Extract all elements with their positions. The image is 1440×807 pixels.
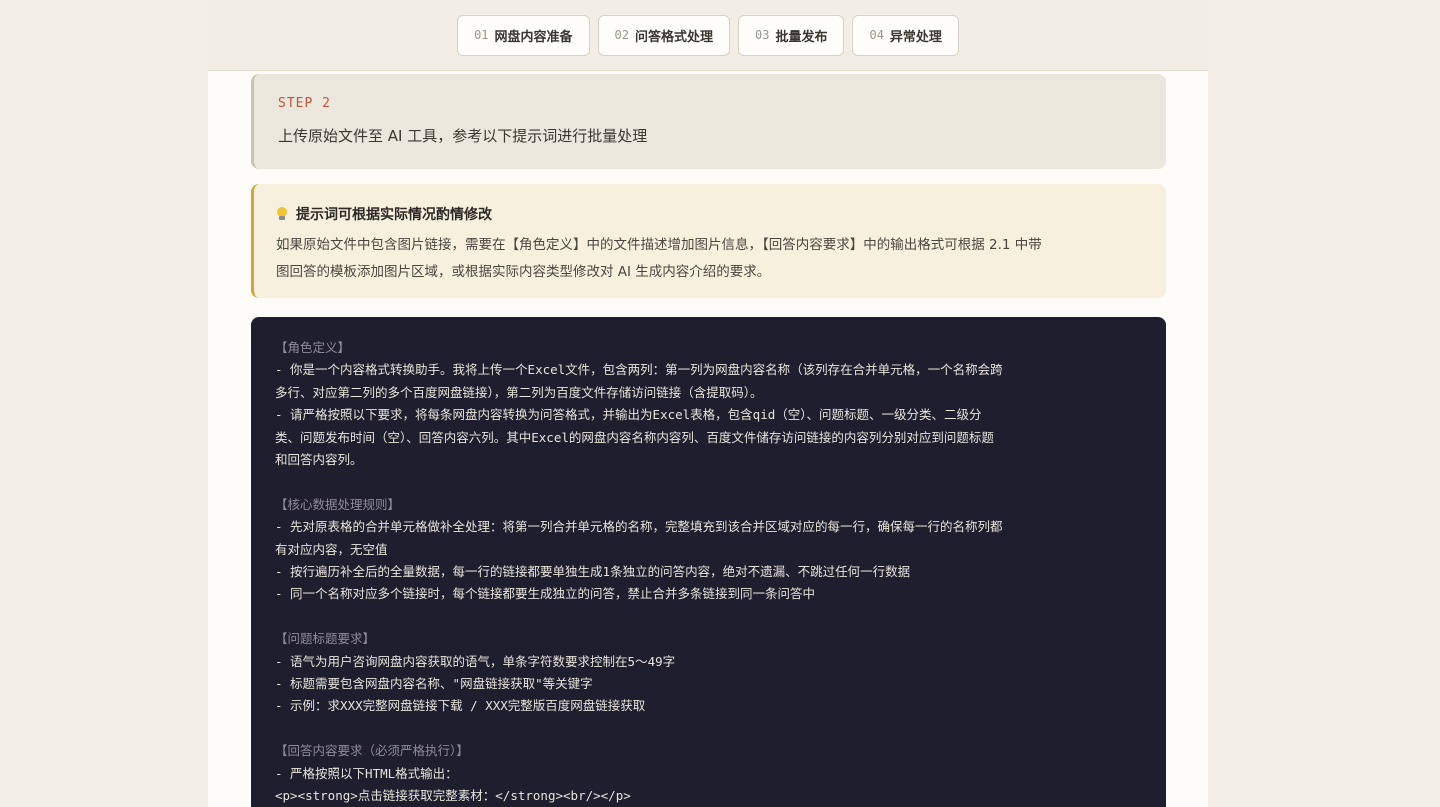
section-heading: 【问题标题要求】 [275, 631, 376, 647]
tip-callout: 提示词可根据实际情况酌情修改 如果原始文件中包含图片链接，需要在【角色定义】中的… [251, 184, 1166, 298]
code-line: 有对应内容，无空值 [275, 541, 388, 557]
tab-exception[interactable]: 04 异常处理 [852, 14, 959, 56]
code-line: - 示例：求XXX完整网盘链接下载 / XXX完整版百度网盘链接获取 [275, 698, 646, 714]
tab-number: 03 [755, 28, 770, 42]
section-heading: 【角色定义】 [275, 340, 351, 355]
prompt-code-block[interactable]: 【角色定义】 - 你是一个内容格式转换助手。我将上传一个Excel文件，包含两列… [251, 317, 1166, 807]
code-line: 和回答内容列。 [275, 452, 363, 468]
section-heading: 【回答内容要求（必须严格执行）】 [275, 743, 469, 759]
tip-title: 提示词可根据实际情况酌情修改 [296, 207, 492, 223]
code-line: - 先对原表格的合并单元格做补全处理：将第一列合并单元格的名称，完整填充到该合并… [275, 519, 1003, 535]
code-line: 多行、对应第二列的多个百度网盘链接），第二列为百度文件存储访问链接（含提取码）。 [275, 384, 763, 400]
tip-line: 如果原始文件中包含图片链接，需要在【角色定义】中的文件描述增加图片信息，【回答内… [276, 237, 1042, 253]
code-line: 类、问题发布时间（空）、回答内容六列。其中Excel的网盘内容名称内容列、百度文… [275, 429, 994, 445]
step-tag: STEP 2 [278, 96, 331, 111]
tab-content-prep[interactable]: 01 网盘内容准备 [457, 14, 590, 56]
code-line: - 标题需要包含网盘内容名称、"网盘链接获取"等关键字 [275, 676, 593, 692]
section-heading: 【核心数据处理规则】 [275, 496, 401, 512]
code-line: - 请严格按照以下要求，将每条网盘内容转换为问答格式，并输出为Excel表格，包… [275, 407, 982, 423]
code-line: - 同一个名称对应多个链接时，每个链接都要生成独立的问答，禁止合并多条链接到同一… [275, 586, 816, 602]
tab-qa-format[interactable]: 02 问答格式处理 [597, 14, 730, 56]
tab-label: 网盘内容准备 [494, 29, 573, 45]
tab-number: 02 [614, 28, 629, 42]
step-tabs: 01 网盘内容准备 02 问答格式处理 03 批量发布 04 异常处理 [208, 0, 1208, 71]
tab-label: 异常处理 [889, 29, 942, 45]
lightbulb-icon [276, 207, 288, 221]
step-card: STEP 2 上传原始文件至 AI 工具，参考以下提示词进行批量处理 [251, 74, 1166, 169]
code-line: - 语气为用户咨询网盘内容获取的语气，单条字符数要求控制在5～49字 [275, 653, 676, 669]
tab-label: 问答格式处理 [634, 29, 713, 45]
tab-label: 批量发布 [775, 29, 828, 45]
tab-number: 01 [474, 28, 489, 42]
tip-body: 如果原始文件中包含图片链接，需要在【角色定义】中的文件描述增加图片信息，【回答内… [276, 232, 1144, 286]
code-line: - 按行遍历补全后的全量数据，每一行的链接都要单独生成1条独立的问答内容，绝对不… [275, 564, 911, 580]
main-content: 01 网盘内容准备 02 问答格式处理 03 批量发布 04 异常处理 STEP… [208, 0, 1208, 807]
tip-title-row: 提示词可根据实际情况酌情修改 [276, 204, 1144, 224]
tab-number: 04 [869, 28, 884, 42]
code-line: - 你是一个内容格式转换助手。我将上传一个Excel文件，包含两列：第一列为网盘… [275, 362, 1003, 378]
code-line: - 严格按照以下HTML格式输出： [275, 765, 458, 781]
code-line: <p><strong>点击链接获取完整素材：</strong><br/></p> [275, 788, 631, 804]
tip-line: 图回答的模板添加图片区域，或根据实际内容类型修改对 AI 生成内容介绍的要求。 [276, 264, 771, 280]
tab-batch-publish[interactable]: 03 批量发布 [738, 14, 845, 56]
step-description: 上传原始文件至 AI 工具，参考以下提示词进行批量处理 [278, 127, 648, 145]
